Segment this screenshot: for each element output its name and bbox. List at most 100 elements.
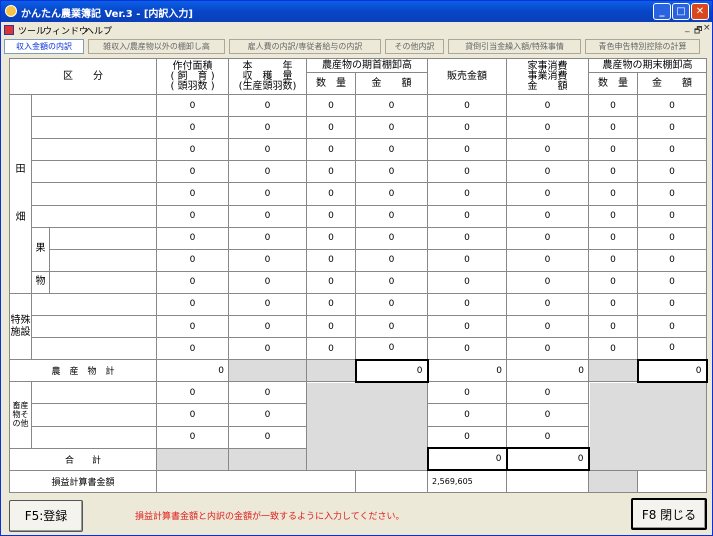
kaji-cell[interactable]: 0 [506,292,590,317]
hanbai-cell[interactable]: 0 [427,337,508,361]
hanbai-cell[interactable]: 0 [427,116,508,140]
document-icon[interactable] [4,25,14,35]
sakutsuke-cell[interactable]: 0 [156,116,230,140]
mdi-close-icon[interactable]: × [703,23,711,33]
shukaku-cell[interactable]: 0 [228,116,308,140]
shukaku-cell[interactable]: 0 [228,248,308,272]
sakutsuke-cell[interactable]: 0 [156,226,230,250]
hanbai-cell[interactable]: 0 [427,226,508,250]
crop-name-cell[interactable] [30,204,158,228]
kimatsu-suryo-cell[interactable]: 0 [588,337,639,361]
facility-name-cell[interactable] [30,292,158,317]
kimatsu-suryo-cell[interactable]: 0 [588,138,639,162]
kimatsu-suryo-cell[interactable]: 0 [588,292,639,317]
facility-name-cell[interactable] [30,315,158,339]
fruit-name-cell[interactable] [48,270,158,294]
kaji-cell[interactable]: 0 [506,315,590,339]
kimatsu-kingaku-cell[interactable]: 0 [637,138,708,162]
kishu-kingaku-cell[interactable]: 0 [355,182,429,206]
hanbai-cell[interactable]: 0 [427,248,508,272]
sakutsuke-cell[interactable]: 0 [156,270,230,294]
kimatsu-suryo-cell[interactable]: 0 [588,204,639,228]
kimatsu-kingaku-cell[interactable]: 0 [637,315,708,339]
kimatsu-kingaku-cell[interactable]: 0 [637,292,708,317]
hanbai-cell[interactable]: 0 [427,425,508,449]
kishu-suryo-cell[interactable]: 0 [306,226,357,250]
kishu-kingaku-cell[interactable]: 0 [355,138,429,162]
kishu-suryo-cell[interactable]: 0 [306,138,357,162]
sakutsuke-cell[interactable]: 0 [156,403,230,427]
kaji-cell[interactable]: 0 [506,248,590,272]
kishu-kingaku-cell[interactable]: 0 [355,337,429,361]
kishu-kingaku-cell[interactable]: 0 [355,248,429,272]
hanbai-cell[interactable]: 0 [427,94,508,118]
sakutsuke-cell[interactable]: 0 [156,248,230,272]
kimatsu-kingaku-cell[interactable]: 0 [637,248,708,272]
shukaku-cell[interactable]: 0 [228,94,308,118]
fruit-name-cell[interactable] [48,226,158,250]
kimatsu-suryo-cell[interactable]: 0 [588,116,639,140]
crop-name-cell[interactable] [30,94,158,118]
kimatsu-suryo-cell[interactable]: 0 [588,315,639,339]
kimatsu-kingaku-cell[interactable]: 0 [637,226,708,250]
kishu-suryo-cell[interactable]: 0 [306,248,357,272]
kaji-cell[interactable]: 0 [506,94,590,118]
kimatsu-suryo-cell[interactable]: 0 [588,94,639,118]
kaji-cell[interactable]: 0 [506,138,590,162]
mdi-restore-icon[interactable]: 🗗 [694,23,702,39]
kaji-cell[interactable]: 0 [506,160,590,184]
crop-name-cell[interactable] [30,138,158,162]
kishu-kingaku-cell[interactable]: 0 [355,292,429,317]
kishu-kingaku-cell[interactable]: 0 [355,270,429,294]
crop-name-cell[interactable] [30,160,158,184]
kimatsu-kingaku-cell[interactable]: 0 [637,182,708,206]
kimatsu-suryo-cell[interactable]: 0 [588,182,639,206]
kishu-kingaku-cell[interactable]: 0 [355,204,429,228]
crop-name-cell[interactable] [30,116,158,140]
kaji-cell[interactable]: 0 [506,425,590,449]
facility-name-cell[interactable] [30,337,158,361]
kishu-suryo-cell[interactable]: 0 [306,160,357,184]
kimatsu-kingaku-cell[interactable]: 0 [637,204,708,228]
hanbai-cell[interactable]: 0 [427,182,508,206]
tab-misc-income[interactable]: 雑収入/農産物以外の棚卸し高 [88,39,225,54]
sakutsuke-cell[interactable]: 0 [156,315,230,339]
kishu-kingaku-cell[interactable]: 0 [355,116,429,140]
kishu-suryo-cell[interactable]: 0 [306,204,357,228]
tab-blue-deduction[interactable]: 青色申告特別控除の計算 [585,39,700,54]
kishu-suryo-cell[interactable]: 0 [306,94,357,118]
menu-tools[interactable]: ツール [18,24,45,37]
kimatsu-kingaku-cell[interactable]: 0 [637,160,708,184]
tab-bad-debt[interactable]: 貸倒引当金繰入額/特殊事情 [448,39,581,54]
hanbai-cell[interactable]: 0 [427,381,508,405]
mdi-minimize-icon[interactable]: _ [685,23,690,33]
hanbai-cell[interactable]: 0 [427,270,508,294]
shukaku-cell[interactable]: 0 [228,182,308,206]
minimize-button[interactable]: _ [653,3,671,20]
kimatsu-kingaku-cell[interactable]: 0 [637,94,708,118]
kaji-cell[interactable]: 0 [506,182,590,206]
sakutsuke-cell[interactable]: 0 [156,425,230,449]
kishu-suryo-cell[interactable]: 0 [306,337,357,361]
kaji-cell[interactable]: 0 [506,204,590,228]
menu-help[interactable]: ヘルプ [85,24,112,37]
kimatsu-kingaku-cell[interactable]: 0 [637,337,708,361]
sakutsuke-cell[interactable]: 0 [156,204,230,228]
sakutsuke-cell[interactable]: 0 [156,182,230,206]
kimatsu-suryo-cell[interactable]: 0 [588,226,639,250]
shukaku-cell[interactable]: 0 [228,425,308,449]
shukaku-cell[interactable]: 0 [228,292,308,317]
hanbai-cell[interactable]: 0 [427,403,508,427]
kishu-suryo-cell[interactable]: 0 [306,315,357,339]
maximize-button[interactable]: □ [672,3,690,20]
kishu-kingaku-cell[interactable]: 0 [355,94,429,118]
kishu-kingaku-cell[interactable]: 0 [355,315,429,339]
sakutsuke-cell[interactable]: 0 [156,292,230,317]
kimatsu-kingaku-cell[interactable]: 0 [637,270,708,294]
kimatsu-suryo-cell[interactable]: 0 [588,270,639,294]
hanbai-cell[interactable]: 0 [427,204,508,228]
tab-wages[interactable]: 雇人費の内訳/専従者給与の内訳 [229,39,381,54]
kishu-suryo-cell[interactable]: 0 [306,182,357,206]
shukaku-cell[interactable]: 0 [228,381,308,405]
shukaku-cell[interactable]: 0 [228,270,308,294]
